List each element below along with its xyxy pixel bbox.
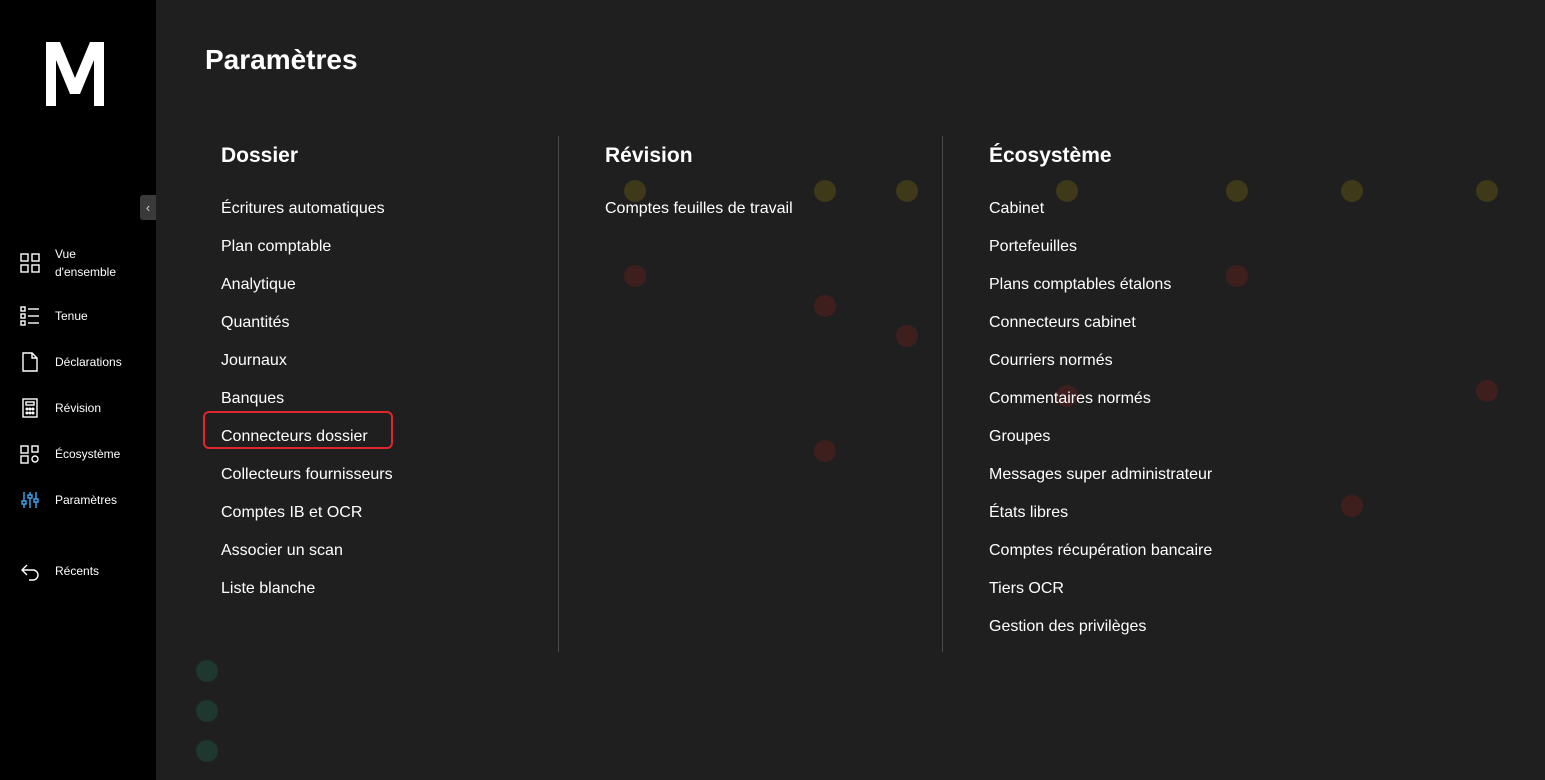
dossier-column: Dossier Écritures automatiques Plan comp… [221,140,393,608]
settings-overlay: Paramètres Dossier Écritures automatique… [156,0,1545,780]
link-comptes-recuperation-bancaire[interactable]: Comptes récupération bancaire [989,532,1212,570]
nav-label: Récents [55,564,100,578]
back-arrow-icon [20,561,40,581]
nav-label: Révision [55,401,102,415]
link-gestion-privileges[interactable]: Gestion des privilèges [989,608,1212,646]
page-title: Paramètres [205,44,358,75]
link-associer-scan[interactable]: Associer un scan [221,532,393,570]
link-plan-comptable[interactable]: Plan comptable [221,228,393,266]
document-icon [20,352,40,372]
sliders-icon [20,490,40,510]
dossier-heading: Dossier [221,144,299,167]
selection-highlight [203,411,393,449]
link-ecritures-automatiques[interactable]: Écritures automatiques [221,190,393,228]
collapse-sidebar-button[interactable]: ‹ [140,195,156,220]
link-cabinet[interactable]: Cabinet [989,190,1212,228]
link-analytique[interactable]: Analytique [221,266,393,304]
link-plans-comptables-etalons[interactable]: Plans comptables étalons [989,266,1212,304]
column-divider [558,136,559,652]
link-connecteurs-cabinet[interactable]: Connecteurs cabinet [989,304,1212,342]
link-etats-libres[interactable]: États libres [989,494,1212,532]
nav-label: Vue d'ensemble [55,247,116,279]
link-groupes[interactable]: Groupes [989,418,1212,456]
link-portefeuilles[interactable]: Portefeuilles [989,228,1212,266]
nav-label: Écosystème [55,447,121,461]
nav-label: Tenue [55,309,88,323]
nav-tenue[interactable]: Tenue [20,306,135,326]
nav-vue-ensemble[interactable]: Vue d'ensemble [20,245,135,281]
link-liste-blanche[interactable]: Liste blanche [221,570,393,608]
link-messages-super-administrateur[interactable]: Messages super administrateur [989,456,1212,494]
link-comptes-ib-ocr[interactable]: Comptes IB et OCR [221,494,393,532]
link-quantites[interactable]: Quantités [221,304,393,342]
nav-parametres[interactable]: Paramètres [20,490,135,510]
calculator-icon [20,398,40,418]
nav-label: Paramètres [55,493,118,507]
list-icon [20,306,40,326]
link-commentaires-normes[interactable]: Commentaires normés [989,380,1212,418]
nav-revision[interactable]: Révision [20,398,135,418]
link-collecteurs-fournisseurs[interactable]: Collecteurs fournisseurs [221,456,393,494]
app-logo[interactable] [44,38,106,106]
nav-declarations[interactable]: Déclarations [20,352,135,372]
nav-ecosysteme[interactable]: Écosystème [20,444,135,464]
revision-column: Révision Comptes feuilles de travail [605,140,793,228]
ecosysteme-heading: Écosystème [989,144,1112,167]
column-divider [942,136,943,652]
dashboard-grid-icon [20,253,40,273]
link-courriers-normes[interactable]: Courriers normés [989,342,1212,380]
nav-recents[interactable]: Récents [20,561,135,581]
sidebar: ‹ Vue d'ensemble Tenue Déclarations Révi… [0,0,156,780]
ecosysteme-column: Écosystème Cabinet Portefeuilles Plans c… [989,140,1212,646]
nav-label: Déclarations [55,355,122,369]
ecosystem-icon [20,444,40,464]
link-comptes-feuilles-travail[interactable]: Comptes feuilles de travail [605,190,793,228]
link-tiers-ocr[interactable]: Tiers OCR [989,570,1212,608]
revision-heading: Révision [605,144,693,167]
link-journaux[interactable]: Journaux [221,342,393,380]
